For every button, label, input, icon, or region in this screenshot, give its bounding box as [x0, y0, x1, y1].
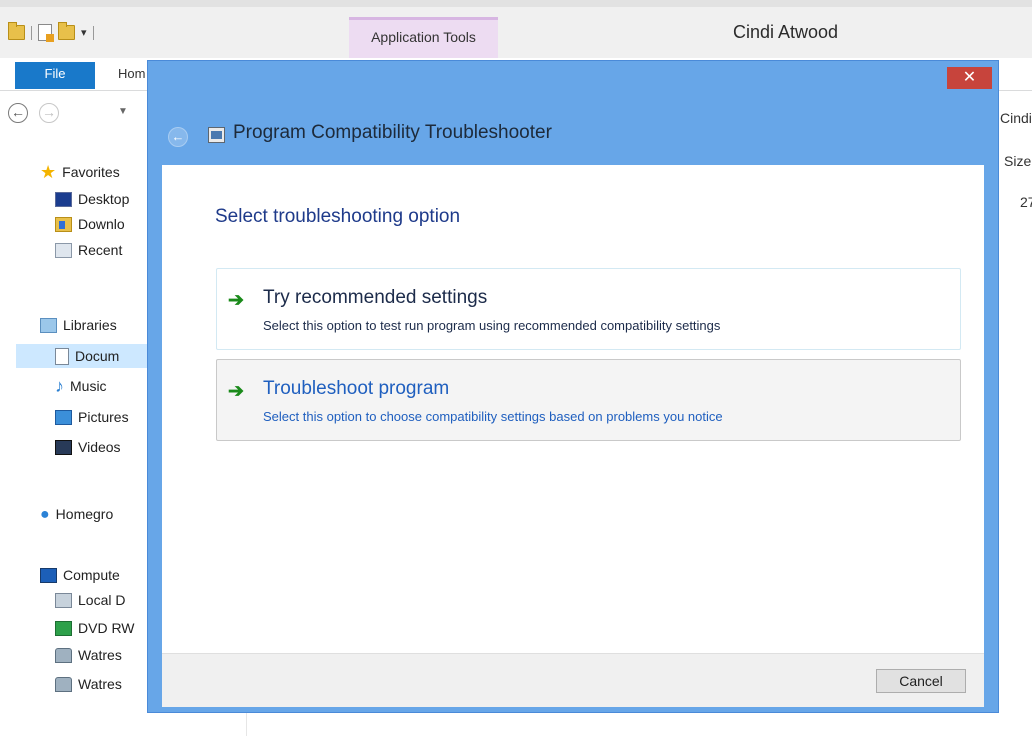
nav-item-label: DVD RW — [78, 620, 135, 636]
dialog-content: Select troubleshooting option ➔ Try reco… — [162, 165, 984, 653]
toolbar-separator — [31, 25, 32, 40]
window-title: Cindi Atwood — [733, 22, 839, 42]
libraries-icon — [40, 317, 57, 333]
dialog-back-button[interactable]: ← — [168, 127, 188, 147]
recent-places-icon — [55, 242, 72, 258]
pictures-icon — [55, 409, 72, 425]
properties-icon[interactable] — [38, 24, 54, 42]
nav-item-recent[interactable]: Recent — [55, 238, 122, 262]
desktop-icon — [55, 191, 72, 207]
nav-item-label: Desktop — [78, 191, 130, 207]
documents-icon — [55, 347, 69, 365]
videos-icon — [55, 439, 72, 455]
troubleshooter-app-icon — [208, 127, 225, 143]
local-disk-icon — [55, 592, 72, 608]
nav-item-music[interactable]: ♪ Music — [55, 374, 107, 398]
nav-item-label: Videos — [78, 439, 121, 455]
green-arrow-icon: ➔ — [228, 381, 244, 402]
nav-item-label: Watres — [78, 647, 122, 663]
nav-item-local-disk[interactable]: Local D — [55, 588, 125, 612]
forward-button[interactable]: → — [39, 103, 59, 123]
option-troubleshoot-program[interactable]: ➔ Troubleshoot program Select this optio… — [216, 359, 961, 441]
quick-access-toolbar: ▾ — [8, 22, 94, 42]
nav-item-desktop[interactable]: Desktop — [55, 187, 129, 211]
dvd-drive-icon — [55, 620, 72, 636]
nav-item-label: Favorites — [62, 164, 120, 180]
nav-item-label: Recent — [78, 242, 123, 258]
nav-item-label: Pictures — [78, 409, 129, 425]
dialog-title: Program Compatibility Troubleshooter — [233, 122, 552, 143]
option-title: Try recommended settings — [263, 287, 488, 308]
size-column-header[interactable]: Size — [1004, 153, 1031, 169]
computer-icon — [40, 567, 57, 583]
nav-item-label: Local D — [78, 592, 126, 608]
application-tools-context-tab[interactable]: Application Tools — [349, 17, 498, 58]
nav-item-videos[interactable]: Videos — [55, 435, 121, 459]
back-arrow-icon: ← — [11, 104, 25, 120]
nav-item-network-drive[interactable]: Watres — [55, 672, 122, 696]
folder-icon[interactable] — [8, 22, 25, 40]
back-button[interactable]: ← — [8, 103, 28, 123]
nav-item-computer[interactable]: Compute — [40, 563, 120, 587]
music-icon: ♪ — [55, 375, 64, 396]
explorer-title-bar — [0, 0, 1032, 58]
top-strip — [0, 0, 1032, 7]
customize-toolbar-icon[interactable]: ▾ — [81, 26, 87, 39]
option-try-recommended-settings[interactable]: ➔ Try recommended settings Select this o… — [216, 268, 961, 350]
nav-item-label: Compute — [63, 567, 120, 583]
option-description: Select this option to choose compatibili… — [263, 409, 723, 424]
size-value: 27 — [1020, 194, 1032, 210]
nav-item-pictures[interactable]: Pictures — [55, 405, 129, 429]
forward-arrow-icon: → — [42, 104, 56, 120]
dialog-footer: Cancel — [162, 653, 984, 707]
nav-item-downloads[interactable]: Downlo — [55, 212, 125, 236]
network-drive-icon — [55, 647, 72, 663]
nav-item-label: Libraries — [63, 317, 117, 333]
option-title: Troubleshoot program — [263, 378, 450, 399]
network-drive-icon — [55, 676, 72, 692]
recent-locations-dropdown[interactable]: ▼ — [118, 106, 128, 117]
homegroup-icon: ● — [40, 505, 50, 523]
downloads-icon — [55, 216, 72, 232]
star-icon: ★ — [40, 161, 57, 182]
tab-home[interactable]: Hom — [118, 66, 145, 81]
close-button[interactable]: ✕ — [947, 67, 992, 89]
nav-item-label: Watres — [78, 676, 122, 692]
page-heading: Select troubleshooting option — [215, 206, 461, 227]
tab-file[interactable]: File — [15, 62, 95, 89]
nav-item-label: Music — [70, 378, 107, 394]
nav-item-favorites[interactable]: ★ Favorites — [40, 160, 120, 184]
toolbar-separator — [92, 25, 94, 40]
nav-item-libraries[interactable]: Libraries — [40, 313, 117, 337]
nav-item-dvd-drive[interactable]: DVD RW — [55, 616, 135, 640]
close-icon: ✕ — [962, 69, 977, 86]
new-folder-icon[interactable] — [58, 22, 75, 40]
nav-item-label: Downlo — [78, 216, 125, 232]
option-description: Select this option to test run program u… — [263, 318, 721, 333]
troubleshooter-dialog: ✕ ← Program Compatibility Troubleshooter… — [147, 60, 999, 713]
back-arrow-icon: ← — [171, 129, 185, 144]
cancel-button[interactable]: Cancel — [876, 669, 966, 693]
nav-item-homegroup[interactable]: ● Homegro — [40, 502, 113, 526]
nav-item-network-drive[interactable]: Watres — [55, 643, 122, 667]
nav-item-label: Homegro — [55, 506, 114, 522]
nav-item-label: Docum — [75, 348, 120, 364]
green-arrow-icon: ➔ — [228, 290, 244, 311]
address-fragment: Cindi — [1000, 110, 1032, 126]
